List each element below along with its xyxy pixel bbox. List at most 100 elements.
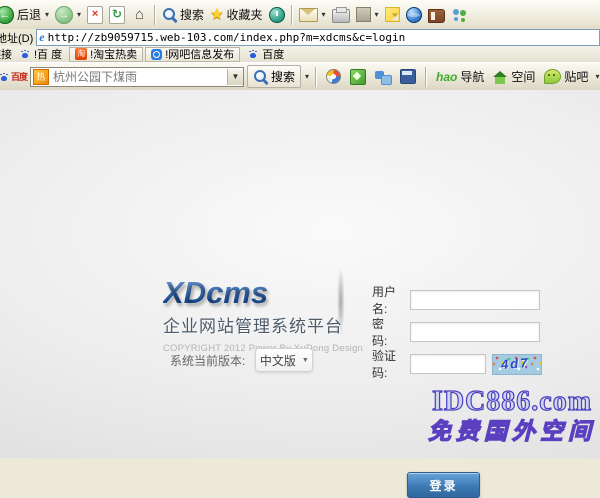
stop-button[interactable]: × xyxy=(84,5,106,25)
baidu-paw-icon xyxy=(19,48,31,60)
stop-icon: × xyxy=(87,6,103,24)
link-taobao[interactable]: 淘 !淘宝热卖 xyxy=(69,47,143,62)
compass-tool-button[interactable] xyxy=(323,69,344,84)
forward-dropdown-icon[interactable]: ▾ xyxy=(77,10,81,19)
login-page: XDcms 企业网站管理系统平台 COPYRIGHT 2012 Power By… xyxy=(0,90,600,458)
link-baidu-1[interactable]: !百 度 xyxy=(14,46,67,62)
watermark: IDC886.com 免费国外空间 xyxy=(428,388,596,444)
password-input[interactable] xyxy=(410,322,540,342)
baidu-paw-icon xyxy=(0,71,10,83)
history-button[interactable] xyxy=(266,6,288,24)
edit-button[interactable]: ▾ xyxy=(353,6,382,23)
baidu-search-input[interactable] xyxy=(53,70,223,84)
link-netbar-info[interactable]: !网吧信息发布 xyxy=(145,47,240,62)
tieba-button[interactable]: 贴吧 xyxy=(541,68,591,85)
search-icon xyxy=(162,7,177,22)
username-label: 用户名: xyxy=(372,283,410,317)
password-label: 密 码: xyxy=(372,315,410,349)
magnifier-icon xyxy=(253,69,268,84)
search-button[interactable]: 搜索 xyxy=(159,5,207,24)
links-label: 链接 xyxy=(0,46,12,62)
password-row: 密 码: xyxy=(372,315,540,349)
messenger-button[interactable] xyxy=(448,6,472,24)
address-label: 地址(D) xyxy=(0,30,36,46)
note-icon xyxy=(385,7,400,22)
forward-icon: → xyxy=(55,6,73,24)
baidu-paw-icon xyxy=(247,48,259,60)
watermark-slogan: 免费国外空间 xyxy=(428,419,596,444)
captcha-image[interactable]: 4d7 xyxy=(492,354,542,375)
ie-page-icon: e xyxy=(39,30,44,45)
favorites-button[interactable]: ★ 收藏夹 xyxy=(207,5,265,24)
discuss-button[interactable] xyxy=(382,6,403,23)
baidu-search-button-label: 搜索 xyxy=(271,68,295,85)
edit-dropdown-icon[interactable]: ▾ xyxy=(375,10,379,19)
links-bar: 链接 !百 度 淘 !淘宝热卖 !网吧信息发布 百度 xyxy=(0,46,600,63)
version-row: 系统当前版本: 中文版 ▼ xyxy=(170,348,313,372)
space-button[interactable]: 空间 xyxy=(490,68,538,85)
chat-bubbles-icon xyxy=(375,70,391,84)
username-input[interactable] xyxy=(410,290,540,310)
captcha-text: 4d7 xyxy=(501,355,530,372)
toolbar-separator xyxy=(291,5,293,25)
captcha-input[interactable] xyxy=(410,354,486,374)
login-button[interactable]: 登录 xyxy=(407,472,480,498)
book-icon xyxy=(428,9,445,23)
house-icon xyxy=(493,71,508,84)
baidu-bar-separator xyxy=(315,67,317,87)
nav-label: 导航 xyxy=(460,68,484,85)
chevron-down-icon: ▼ xyxy=(302,357,309,364)
chat-tool-button[interactable] xyxy=(372,70,394,84)
link-baidu-2[interactable]: 百度 xyxy=(242,46,289,62)
tieba-label: 贴吧 xyxy=(564,68,588,85)
baidu-logo[interactable]: 百度 xyxy=(0,70,27,83)
msn-button[interactable] xyxy=(403,6,425,24)
baidu-bar-separator xyxy=(425,67,427,87)
screenshot-icon xyxy=(350,69,366,85)
print-button[interactable] xyxy=(329,5,353,24)
back-button[interactable]: ← 后退 ▾ xyxy=(0,5,52,25)
messenger-icon xyxy=(451,7,469,23)
refresh-icon: ↻ xyxy=(109,6,125,24)
username-row: 用户名: xyxy=(372,283,540,317)
brand-subtitle: 企业网站管理系统平台 xyxy=(163,312,363,337)
forward-button[interactable]: → ▾ xyxy=(52,5,84,25)
version-label: 系统当前版本: xyxy=(170,352,245,369)
compass-icon xyxy=(326,69,341,84)
print-icon xyxy=(332,9,350,23)
baidu-logo-text: 百度 xyxy=(11,70,27,83)
mail-dropdown-icon[interactable]: ▾ xyxy=(322,10,326,19)
search-options-dropdown-icon[interactable]: ▾ xyxy=(305,72,309,81)
tieba-dropdown-icon[interactable]: ▾ xyxy=(595,72,599,81)
browser-toolbar: ← 后退 ▾ → ▾ × ↻ ⌂ 搜索 ★ 收藏夹 ▾ ▾ xyxy=(0,0,600,30)
mail-button[interactable]: ▾ xyxy=(296,7,329,23)
back-label: 后退 xyxy=(17,6,41,23)
home-button[interactable]: ⌂ xyxy=(128,5,151,24)
screenshot-tool-button[interactable] xyxy=(347,69,369,85)
link-label: 百度 xyxy=(262,46,284,62)
search-label: 搜索 xyxy=(180,6,204,23)
hot-word-icon: 热 xyxy=(33,69,49,85)
hao-nav-button[interactable]: hao 导航 xyxy=(433,68,487,85)
hao-logo-text: hao xyxy=(436,70,457,84)
language-select[interactable]: 中文版 ▼ xyxy=(255,348,313,372)
address-input[interactable] xyxy=(48,31,599,44)
xdcms-logo: XDcms xyxy=(163,275,268,311)
link-label: !淘宝热卖 xyxy=(90,46,137,62)
research-button[interactable] xyxy=(425,6,448,24)
search-history-dropdown-icon[interactable]: ▼ xyxy=(227,69,243,85)
favorites-star-icon: ★ xyxy=(210,7,223,23)
back-dropdown-icon[interactable]: ▾ xyxy=(45,10,49,19)
language-value: 中文版 xyxy=(260,352,296,369)
refresh-button[interactable]: ↻ xyxy=(106,5,128,25)
captcha-row: 验证码: 4d7 xyxy=(372,347,542,381)
home-icon: ⌂ xyxy=(131,6,148,23)
video-tool-button[interactable] xyxy=(397,69,419,84)
video-icon xyxy=(400,69,416,84)
globe-icon xyxy=(406,7,422,23)
edit-icon xyxy=(356,7,371,22)
taobao-icon: 淘 xyxy=(75,48,87,60)
tieba-bubble-icon xyxy=(544,69,561,84)
space-label: 空间 xyxy=(511,68,535,85)
baidu-search-button[interactable]: 搜索 xyxy=(247,65,301,88)
